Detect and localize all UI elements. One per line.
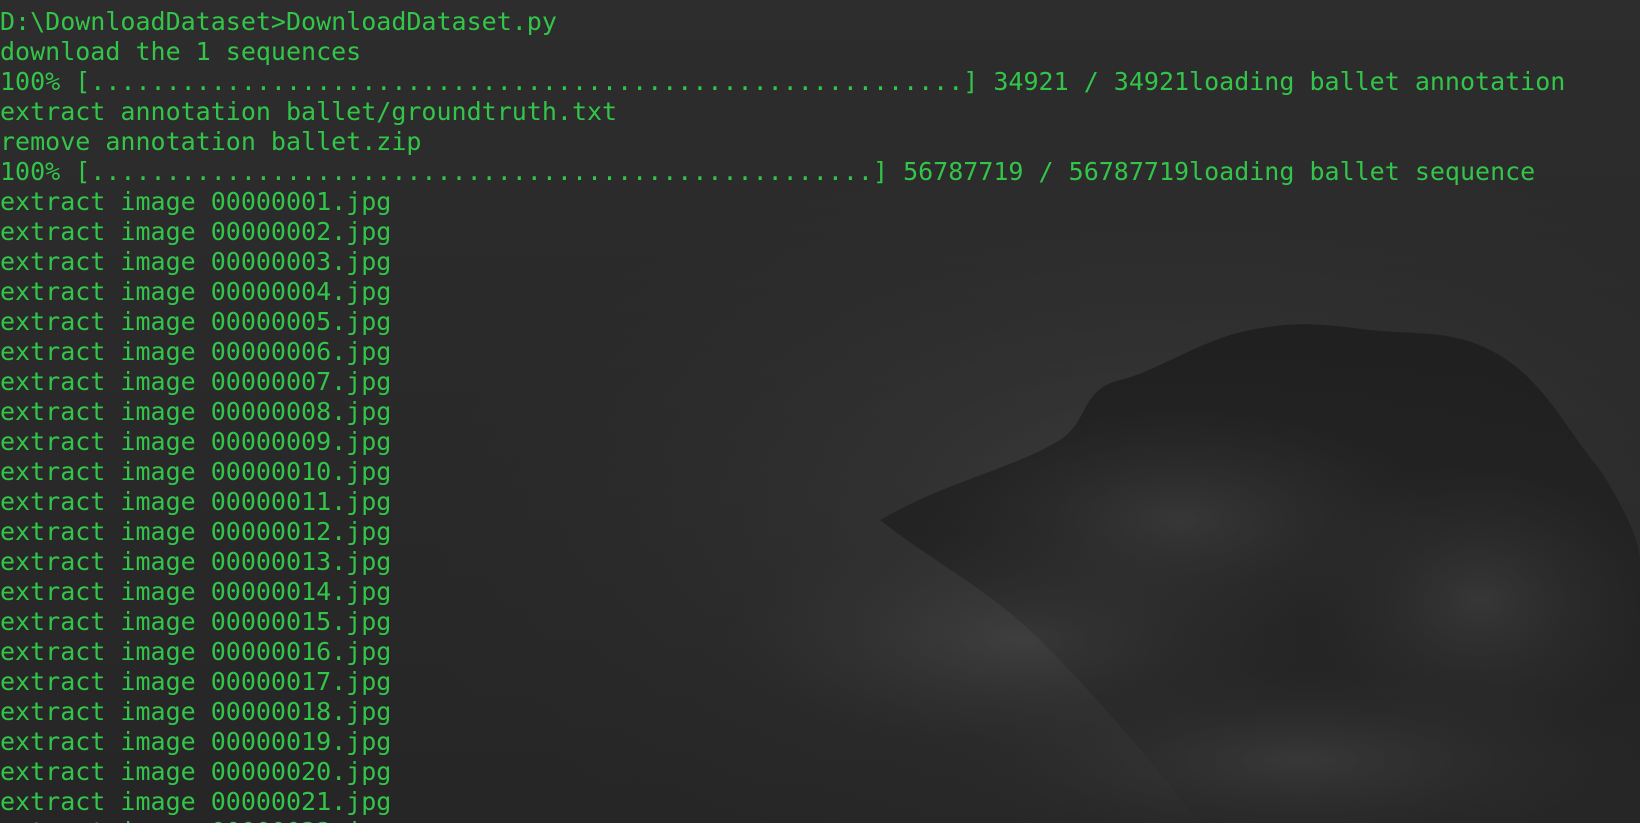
terminal-output[interactable]: D:\DownloadDataset>DownloadDataset.py dow…: [0, 7, 1565, 823]
terminal-line: 100% [..................................…: [0, 157, 1536, 186]
terminal-line: extract image 00000021.jpg: [0, 787, 392, 816]
terminal-line: extract image 00000006.jpg: [0, 337, 392, 366]
terminal-line: extract image 00000002.jpg: [0, 217, 392, 246]
terminal-line: remove annotation ballet.zip: [0, 127, 422, 156]
terminal-line: extract image 00000017.jpg: [0, 667, 392, 696]
terminal-line: extract image 00000013.jpg: [0, 547, 392, 576]
terminal-line: extract image 00000004.jpg: [0, 277, 392, 306]
terminal-line: extract image 00000011.jpg: [0, 487, 392, 516]
terminal-line: extract annotation ballet/groundtruth.tx…: [0, 97, 618, 126]
terminal-line: D:\DownloadDataset>DownloadDataset.py: [0, 7, 557, 36]
terminal-line: extract image 00000007.jpg: [0, 367, 392, 396]
terminal-line: extract image 00000005.jpg: [0, 307, 392, 336]
terminal-line: 100% [..................................…: [0, 67, 1566, 96]
terminal-line: extract image 00000018.jpg: [0, 697, 392, 726]
terminal-line: extract image 00000015.jpg: [0, 607, 392, 636]
terminal-line: extract image 00000008.jpg: [0, 397, 392, 426]
terminal-line: extract image 00000010.jpg: [0, 457, 392, 486]
terminal-line: extract image 00000003.jpg: [0, 247, 392, 276]
terminal-line: download the 1 sequences: [0, 37, 362, 66]
terminal-line: extract image 00000016.jpg: [0, 637, 392, 666]
terminal-line: extract image 00000012.jpg: [0, 517, 392, 546]
terminal-line: extract image 00000009.jpg: [0, 427, 392, 456]
terminal-window[interactable]: D:\DownloadDataset>DownloadDataset.py dow…: [0, 0, 1640, 823]
terminal-line: extract image 00000019.jpg: [0, 727, 392, 756]
terminal-line: extract image 00000020.jpg: [0, 757, 392, 786]
terminal-line: extract image 00000022.jpg: [0, 817, 1565, 823]
terminal-line: extract image 00000001.jpg: [0, 187, 392, 216]
terminal-line: extract image 00000014.jpg: [0, 577, 392, 606]
